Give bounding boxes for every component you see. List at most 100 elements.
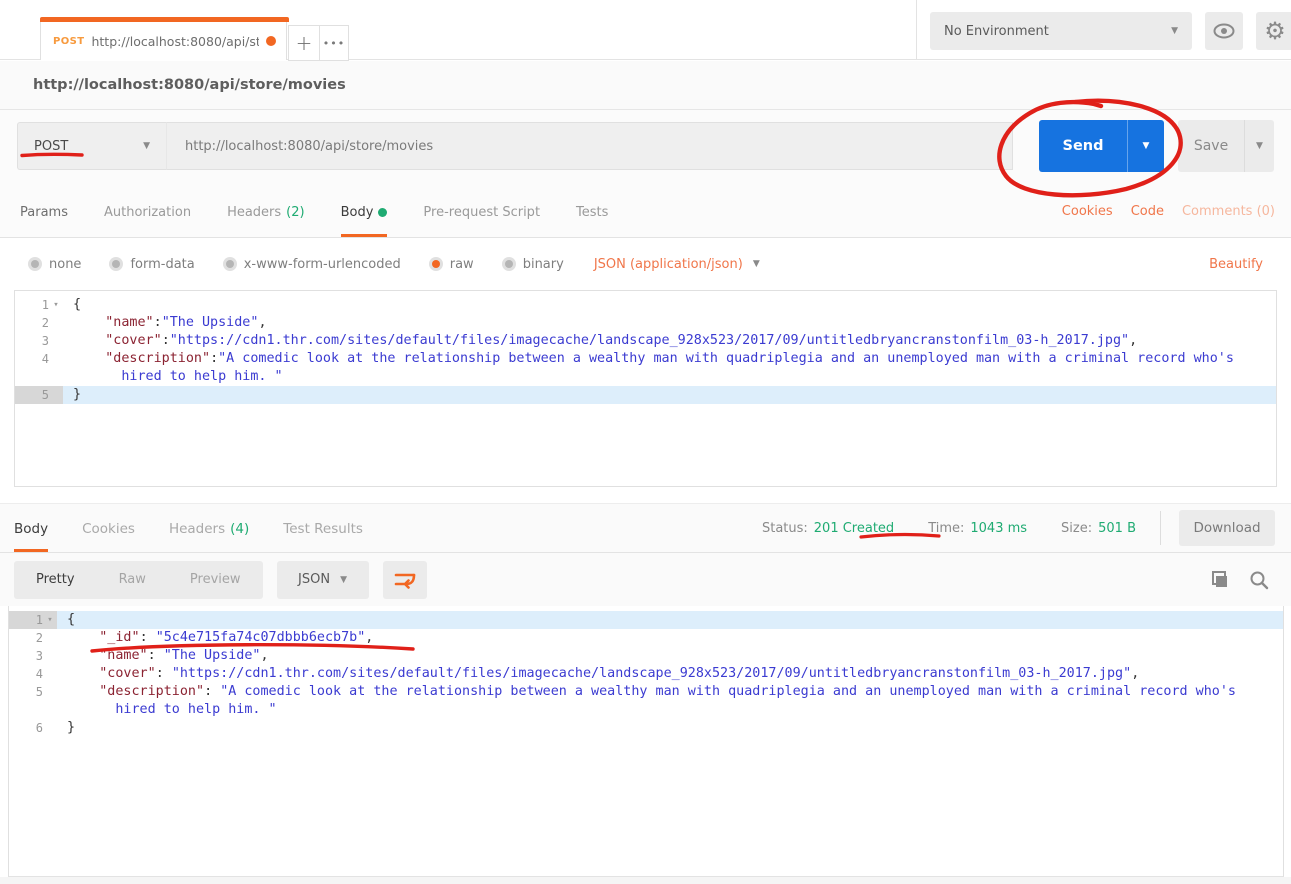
body-type-row: none form-data x-www-form-urlencoded raw… (0, 238, 1291, 290)
code-line[interactable]: 5 "description": "A comedic look at the … (9, 683, 1283, 701)
code-text: "_id": "5c4e715fa74c07dbbb6ecb7b", (57, 629, 1283, 647)
request-bar: POST ▼ Send ▼ Save ▼ (0, 110, 1291, 186)
wrap-lines-button[interactable] (383, 561, 427, 599)
radio-form-data[interactable]: form-data (109, 257, 194, 272)
code-line[interactable]: 2 "_id": "5c4e715fa74c07dbbb6ecb7b", (9, 629, 1283, 647)
response-tab-cookies[interactable]: Cookies (82, 504, 135, 552)
save-button[interactable]: Save ▼ (1178, 120, 1274, 172)
response-tab-headers[interactable]: Headers(4) (169, 504, 249, 552)
code-line[interactable]: hired to help him. " (9, 701, 1283, 719)
line-gutter (9, 701, 57, 719)
copy-icon[interactable] (1209, 570, 1229, 590)
request-body-editor[interactable]: 1▾{2 "name":"The Upside",3 "cover":"http… (14, 290, 1277, 487)
tab-authorization[interactable]: Authorization (104, 186, 191, 237)
cookies-link[interactable]: Cookies (1062, 204, 1113, 219)
response-header: Body Cookies Headers(4) Test Results Sta… (0, 503, 1291, 553)
request-tabs: Params Authorization Headers(2) Body Pre… (0, 186, 1291, 238)
code-line[interactable]: 3 "cover":"https://cdn1.thr.com/sites/de… (15, 332, 1276, 350)
response-tab-body[interactable]: Body (14, 504, 48, 552)
code-line[interactable]: hired to help him. " (15, 368, 1276, 386)
fold-spacer (49, 386, 63, 404)
fold-caret-icon[interactable]: ▾ (49, 296, 63, 314)
line-gutter: 6 (9, 719, 57, 737)
settings-button[interactable]: ⚙ (1256, 12, 1291, 50)
line-gutter: 5 (15, 386, 63, 404)
tab-params[interactable]: Params (20, 186, 68, 237)
code-line[interactable]: 5} (15, 386, 1276, 404)
code-line[interactable]: 4 "description":"A comedic look at the r… (15, 350, 1276, 368)
view-pretty[interactable]: Pretty (14, 561, 97, 599)
beautify-link[interactable]: Beautify (1209, 257, 1263, 272)
tab-pre-request-script[interactable]: Pre-request Script (423, 186, 540, 237)
content-type-label: JSON (application/json) (594, 257, 743, 272)
tab-method-badge: POST (53, 36, 84, 47)
fold-caret-icon[interactable]: ▾ (43, 611, 57, 629)
eye-icon (1213, 23, 1235, 39)
fold-spacer (43, 647, 57, 665)
line-gutter: 1▾ (9, 611, 57, 629)
fold-spacer (43, 701, 57, 719)
ellipsis-icon: ••• (323, 37, 345, 50)
code-line[interactable]: 1▾{ (9, 611, 1283, 629)
request-title-band: http://localhost:8080/api/store/movies (0, 61, 1291, 110)
code-line[interactable]: 4 "cover": "https://cdn1.thr.com/sites/d… (9, 665, 1283, 683)
response-format-row: Pretty Raw Preview JSON ▼ (0, 553, 1291, 606)
send-button[interactable]: Send ▼ (1039, 120, 1164, 172)
environment-quicklook-button[interactable] (1205, 12, 1243, 50)
search-icon[interactable] (1249, 570, 1269, 590)
response-format-select[interactable]: JSON ▼ (277, 561, 369, 599)
tab-options-button[interactable]: ••• (319, 25, 349, 61)
content-type-select[interactable]: JSON (application/json) ▼ (594, 257, 760, 272)
radio-none[interactable]: none (28, 257, 81, 272)
code-text: { (63, 296, 1276, 314)
environment-select[interactable]: No Environment ▼ (930, 12, 1192, 50)
save-label: Save (1178, 120, 1244, 172)
bottom-strip (0, 877, 1291, 884)
new-tab-button[interactable]: + (288, 25, 319, 61)
fold-spacer (49, 314, 63, 332)
response-tab-test-results[interactable]: Test Results (283, 504, 363, 552)
line-gutter: 3 (9, 647, 57, 665)
code-text: "name": "The Upside", (57, 647, 1283, 665)
chevron-down-icon: ▼ (753, 259, 760, 269)
code-text: "cover": "https://cdn1.thr.com/sites/def… (57, 665, 1283, 683)
method-select[interactable]: POST ▼ (17, 122, 166, 170)
chevron-down-icon: ▼ (1171, 26, 1178, 36)
radio-x-www-form-urlencoded[interactable]: x-www-form-urlencoded (223, 257, 401, 272)
send-options-button[interactable]: ▼ (1127, 120, 1164, 172)
tab-headers[interactable]: Headers(2) (227, 186, 305, 237)
time-value: 1043 ms (970, 521, 1027, 536)
fold-spacer (49, 368, 63, 386)
active-tab-indicator (40, 17, 289, 22)
tab-body[interactable]: Body (341, 186, 388, 237)
divider (1160, 511, 1161, 545)
unsaved-dot-icon (266, 36, 276, 46)
page-title: http://localhost:8080/api/store/movies (33, 77, 346, 93)
code-text: hired to help him. " (57, 701, 1283, 719)
request-tab[interactable]: POST http://localhost:8080/api/store/ (40, 18, 287, 60)
environment-label: No Environment (944, 24, 1049, 39)
response-format-label: JSON (298, 572, 330, 587)
fold-spacer (43, 719, 57, 737)
line-gutter: 5 (9, 683, 57, 701)
radio-raw[interactable]: raw (429, 257, 474, 272)
save-options-button[interactable]: ▼ (1244, 120, 1274, 172)
code-line[interactable]: 3 "name": "The Upside", (9, 647, 1283, 665)
code-line[interactable]: 6} (9, 719, 1283, 737)
url-input[interactable] (166, 122, 1013, 170)
line-gutter: 2 (15, 314, 63, 332)
radio-binary[interactable]: binary (502, 257, 564, 272)
code-link[interactable]: Code (1131, 204, 1164, 219)
response-headers-count-badge: (4) (230, 521, 249, 537)
code-line[interactable]: 1▾{ (15, 296, 1276, 314)
code-line[interactable]: 2 "name":"The Upside", (15, 314, 1276, 332)
view-raw[interactable]: Raw (97, 561, 168, 599)
chevron-down-icon: ▼ (1143, 141, 1150, 151)
radio-icon (502, 257, 516, 271)
tab-tests[interactable]: Tests (576, 186, 608, 237)
radio-icon (109, 257, 123, 271)
view-preview[interactable]: Preview (168, 561, 263, 599)
download-button[interactable]: Download (1179, 510, 1275, 546)
response-body-editor[interactable]: 1▾{2 "_id": "5c4e715fa74c07dbbb6ecb7b",3… (8, 606, 1284, 877)
comments-link[interactable]: Comments (0) (1182, 204, 1275, 219)
